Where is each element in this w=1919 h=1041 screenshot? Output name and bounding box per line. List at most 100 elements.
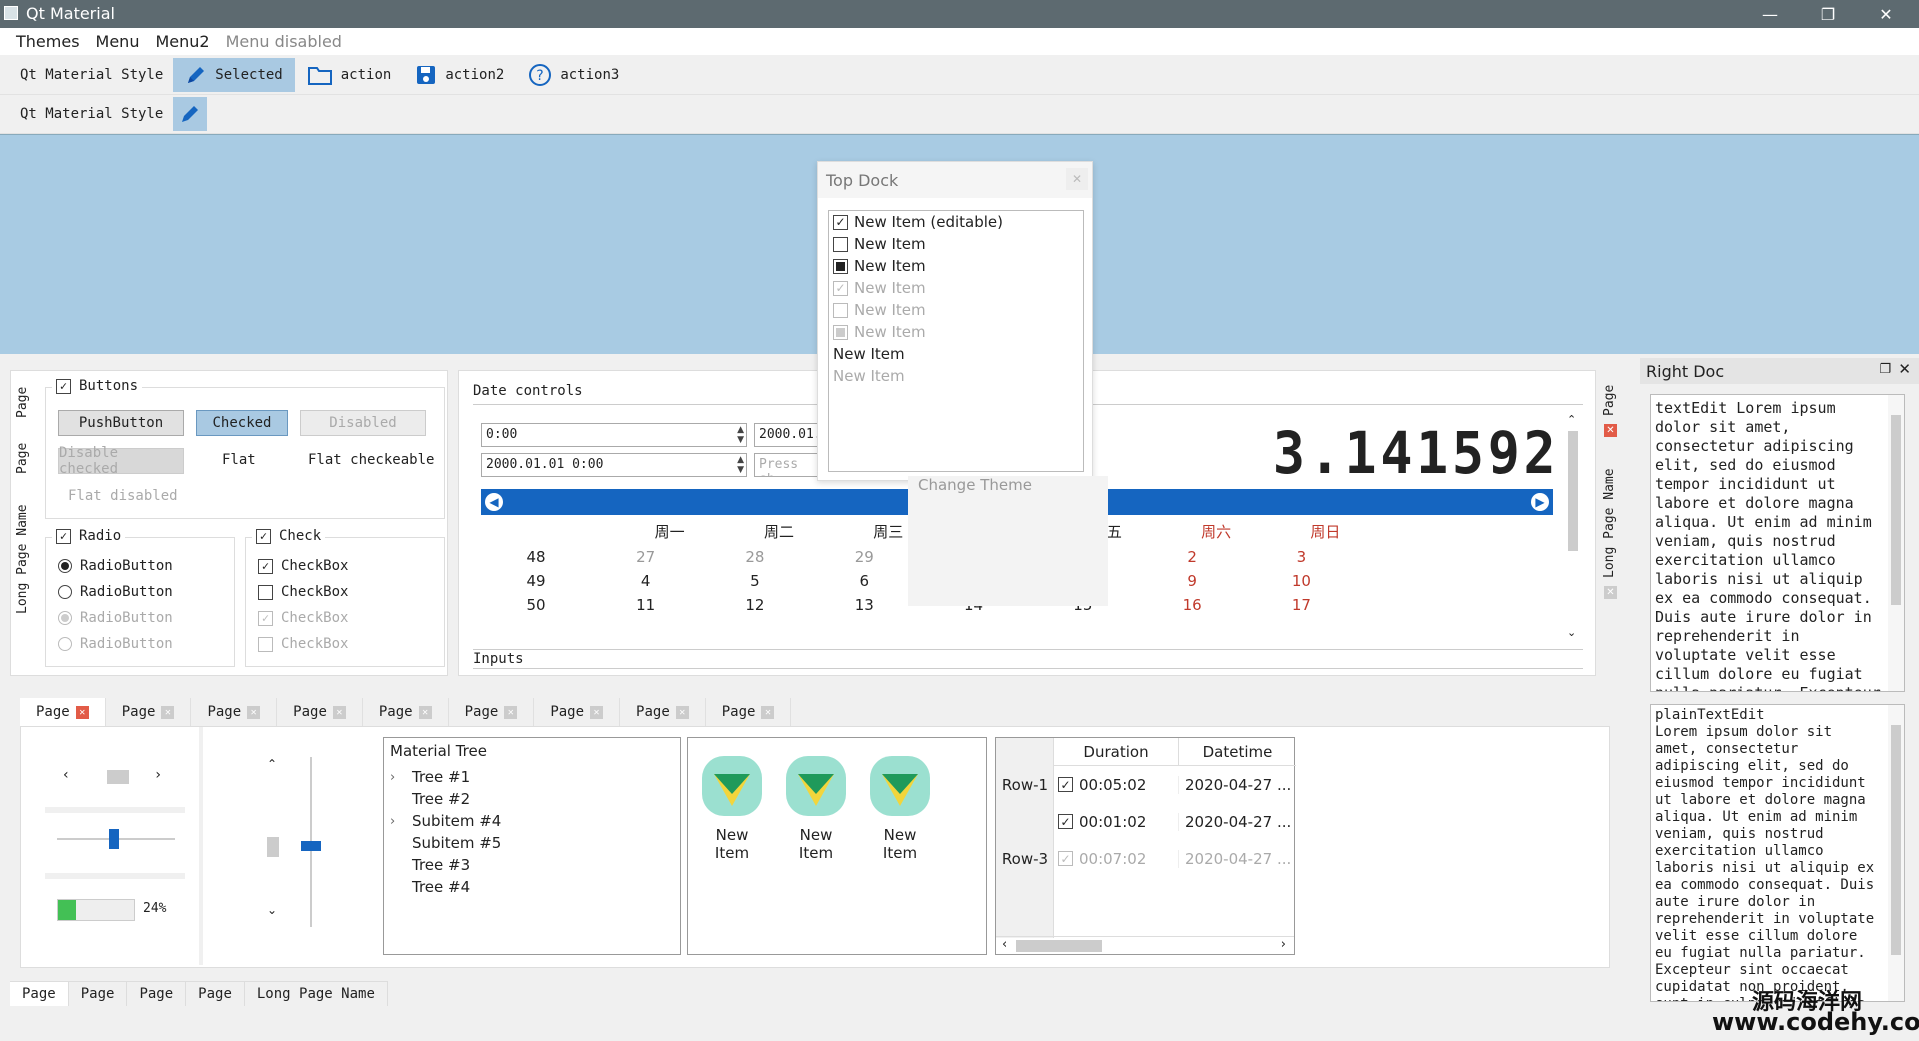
action-button[interactable]: action <box>295 58 404 92</box>
action2-button[interactable]: action2 <box>403 58 516 92</box>
tree-item[interactable]: › Tree #1 <box>390 766 501 788</box>
calendar-day[interactable]: 13 <box>810 596 919 614</box>
top-dock-item[interactable]: ✓ New Item (editable) <box>829 211 1083 233</box>
item-checkbox[interactable] <box>833 236 848 252</box>
radio-button-2[interactable]: RadioButton <box>58 584 173 600</box>
left-vtab-page-2[interactable]: Page <box>15 433 30 483</box>
icon-list-item[interactable]: New Item <box>700 754 764 862</box>
checkbox-2[interactable]: CheckBox <box>258 584 348 600</box>
calendar-day[interactable]: 17 <box>1247 596 1356 614</box>
tree-item[interactable]: Subitem #5 <box>390 832 501 854</box>
tree-item[interactable]: Tree #4 <box>390 876 501 898</box>
calendar-day[interactable]: 16 <box>1137 596 1246 614</box>
menu-menu[interactable]: Menu <box>88 28 148 55</box>
restore-button[interactable]: ❐ <box>1799 0 1857 28</box>
calendar-day[interactable]: 10 <box>1247 572 1356 590</box>
datetime-cell[interactable]: 2020-04-27 ... <box>1179 813 1296 831</box>
bottom-page-tab[interactable]: Page <box>186 981 245 1006</box>
tab-page[interactable]: Page ✕ <box>705 698 792 726</box>
top-dock-item[interactable]: New Item <box>829 255 1083 277</box>
left-vtab-long-page-name[interactable]: Long Page Name <box>15 489 30 629</box>
icon-list-view[interactable]: New Item New Item New Item <box>687 737 987 955</box>
edit-action-button[interactable] <box>173 97 208 131</box>
time-edit[interactable]: 0:00 ▲ ▼ <box>481 423 747 447</box>
tab-page[interactable]: Page ✕ <box>105 698 192 726</box>
buttons-group-checkbox[interactable]: ✓ <box>56 378 71 394</box>
push-button[interactable]: PushButton <box>58 410 184 436</box>
horizontal-slider[interactable] <box>57 827 175 851</box>
top-dock-item[interactable]: New Item <box>829 233 1083 255</box>
tree-expand-icon[interactable]: › <box>390 814 404 829</box>
tab-page[interactable]: Page ✕ <box>620 698 706 726</box>
menu-menu2[interactable]: Menu2 <box>147 28 217 55</box>
icon-list-item[interactable]: New Item <box>868 754 932 862</box>
radio-button-1[interactable]: RadioButton <box>58 558 173 574</box>
material-tree[interactable]: Material Tree › Tree #1 Tree #2 › Subitem #4… <box>383 737 681 955</box>
check-group-header[interactable]: ✓ Check <box>252 528 326 544</box>
icon-list-item[interactable]: New Item <box>784 754 848 862</box>
duration-cell[interactable]: ✓ 00:07:02 <box>1054 849 1179 868</box>
calendar-day[interactable]: 4 <box>591 572 700 590</box>
close-tab-icon[interactable]: ✕ <box>675 705 689 719</box>
close-tab-icon[interactable]: ✕ <box>332 705 346 719</box>
action3-button[interactable]: ? action3 <box>516 58 631 92</box>
item-checkbox[interactable] <box>833 258 848 274</box>
tree-item[interactable]: › Subitem #4 <box>390 810 501 832</box>
change-theme-menu[interactable]: Change Theme <box>908 476 1108 606</box>
flat-button[interactable]: Flat <box>222 452 256 468</box>
menu-themes[interactable]: Themes <box>8 28 88 55</box>
date-edit[interactable]: 2000.01. <box>754 423 819 447</box>
tab-page[interactable]: Page ✕ <box>191 698 278 726</box>
close-tab-icon[interactable]: ✕ <box>1604 586 1617 599</box>
row-header[interactable]: Row-1 <box>996 776 1054 794</box>
item-checkbox[interactable]: ✓ <box>833 214 848 230</box>
checkbox-1[interactable]: ✓ CheckBox <box>258 558 348 574</box>
calendar-day[interactable]: 11 <box>591 596 700 614</box>
date-controls-scrollbar[interactable]: ⌃ ⌄ <box>1565 413 1581 639</box>
close-icon[interactable]: ✕ <box>1066 168 1088 190</box>
tree-expand-icon[interactable]: › <box>390 770 404 785</box>
radio-group-checkbox[interactable]: ✓ <box>56 528 71 544</box>
key-sequence-edit[interactable]: Press sh <box>754 453 819 477</box>
table-view[interactable]: Duration Datetime Row-1 ✓ 00:05:02 2020-04-… <box>995 737 1296 955</box>
datetime-cell[interactable]: 2020-04-27 ... <box>1179 850 1296 868</box>
calendar-next-icon[interactable]: ▶ <box>1531 493 1549 511</box>
duration-cell[interactable]: ✓ 00:05:02 <box>1054 775 1179 794</box>
tab-page[interactable]: Page ✕ <box>448 698 535 726</box>
close-button[interactable]: ✕ <box>1857 0 1915 28</box>
selected-action-button[interactable]: Selected <box>173 57 295 92</box>
cell-checkbox[interactable]: ✓ <box>1058 814 1073 829</box>
calendar-day[interactable]: 2 <box>1137 548 1246 566</box>
text-edit[interactable]: textEdit Lorem ipsum dolor sit amet, con… <box>1650 394 1905 692</box>
checked-button[interactable]: Checked <box>196 410 288 436</box>
bottom-page-tab[interactable]: Page <box>10 981 69 1006</box>
flat-checkeable-button[interactable]: Flat checkeable <box>308 452 434 468</box>
calendar-day[interactable]: 12 <box>700 596 809 614</box>
table-row[interactable]: Row-3 ✓ 00:07:02 2020-04-27 ... <box>996 840 1296 877</box>
close-tab-icon[interactable]: ✕ <box>247 705 261 719</box>
tab-page[interactable]: Page ✕ <box>20 698 106 726</box>
column-header-datetime[interactable]: Datetime <box>1179 738 1296 766</box>
buttons-group-header[interactable]: ✓ Buttons <box>52 378 143 394</box>
close-tab-icon[interactable]: ✕ <box>1604 424 1617 437</box>
tab-page[interactable]: Page ✕ <box>534 698 621 726</box>
bottom-page-tab[interactable]: Page <box>68 981 128 1006</box>
close-icon[interactable]: ✕ <box>1898 360 1911 378</box>
calendar-day[interactable]: 3 <box>1247 548 1356 566</box>
top-dock-item[interactable]: New Item <box>829 343 1083 365</box>
calendar-prev-icon[interactable]: ◀ <box>485 493 503 511</box>
left-vtab-page-1[interactable]: Page <box>15 377 30 427</box>
vertical-scrollbar[interactable]: ⌃ ⌄ <box>265 757 281 917</box>
right-vtab-long-page-name[interactable]: Long Page Name <box>1602 468 1617 578</box>
check-group-checkbox[interactable]: ✓ <box>256 528 271 544</box>
close-tab-icon[interactable]: ✕ <box>504 705 518 719</box>
close-tab-icon[interactable]: ✕ <box>418 705 432 719</box>
close-tab-icon[interactable]: ✕ <box>75 705 89 719</box>
duration-cell[interactable]: ✓ 00:01:02 <box>1054 812 1179 831</box>
table-row[interactable]: Row-1 ✓ 00:05:02 2020-04-27 ... <box>996 766 1296 803</box>
row-header[interactable]: Row-3 <box>996 850 1054 868</box>
close-tab-icon[interactable]: ✕ <box>161 705 175 719</box>
close-tab-icon[interactable]: ✕ <box>590 705 604 719</box>
datetime-cell[interactable]: 2020-04-27 ... <box>1179 776 1296 794</box>
table-h-scrollbar[interactable]: ‹ › <box>996 936 1294 954</box>
